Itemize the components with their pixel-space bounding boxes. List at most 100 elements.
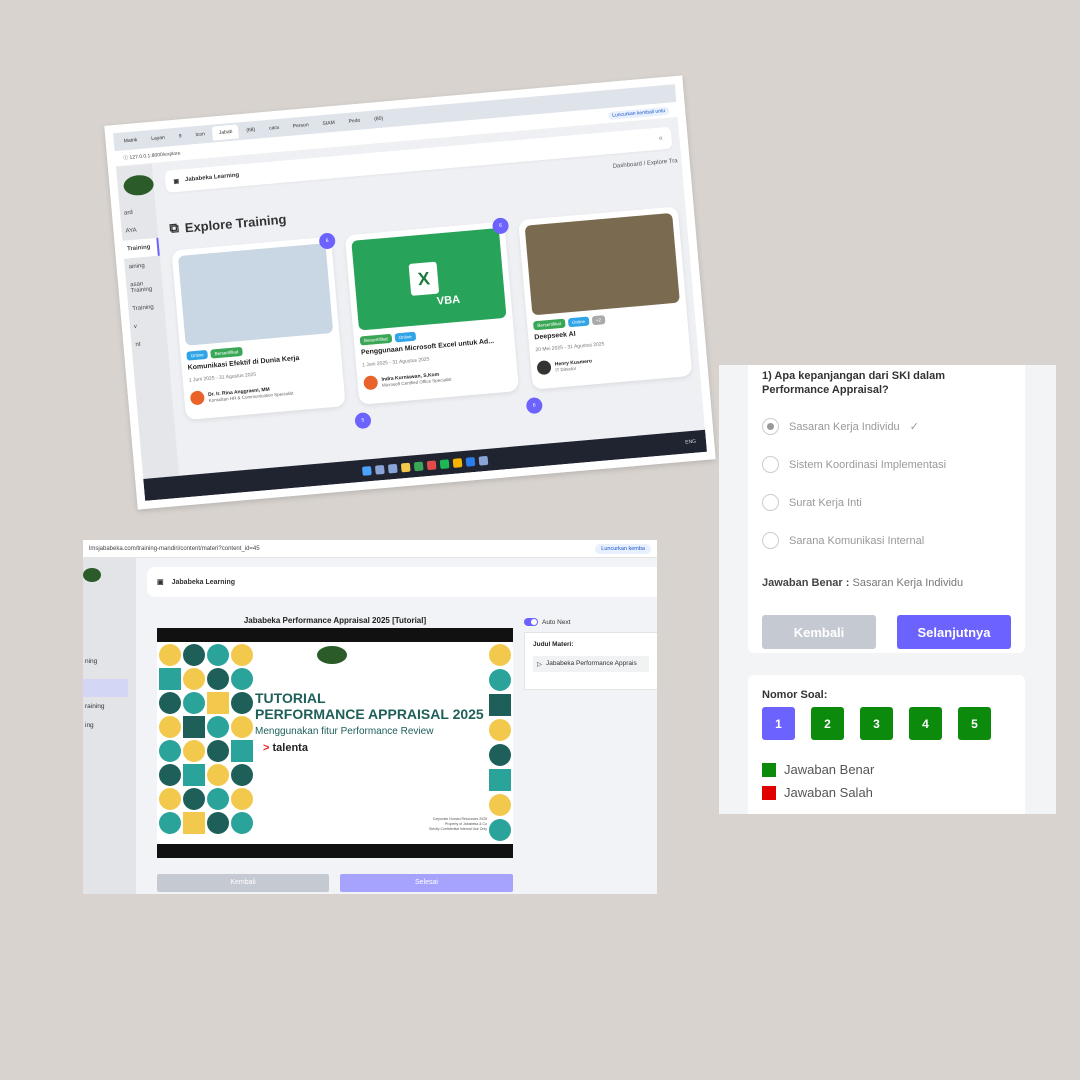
breadcrumb[interactable]: Dashboard / Explore Tra <box>613 158 678 170</box>
training-thumbnail <box>524 212 680 316</box>
correct-answer-label: Jawaban Benar : <box>762 577 850 589</box>
browser-tab-active[interactable]: Jabab <box>212 124 240 141</box>
browser-tab[interactable]: Pedo <box>342 113 367 129</box>
browser-tab[interactable]: Icon <box>189 127 212 143</box>
more-badges: +2 <box>591 315 606 326</box>
url-text: 127.0.0.1:8000/explore <box>129 149 181 161</box>
participant-count-badge: 6 <box>525 396 543 415</box>
certified-badge: Bersertifikat <box>359 333 393 346</box>
legend-wrong: Jawaban Salah <box>762 785 1011 800</box>
online-badge: Online <box>394 331 417 343</box>
geometric-pattern <box>157 642 255 844</box>
finish-button[interactable]: Selesai <box>340 874 513 892</box>
legend-swatch <box>762 785 776 800</box>
top-header: ▣ Jababeka Learning <box>147 567 657 597</box>
radio-selected[interactable] <box>762 418 779 435</box>
browser-tab[interactable]: (80) <box>368 111 390 127</box>
correct-answer: Jawaban Benar : Sasaran Kerja Individu <box>762 577 1011 589</box>
training-card[interactable]: Bersertifikat Online +2 Deepseek AI 20 M… <box>518 206 693 390</box>
brand-name: Jababeka Learning <box>184 172 240 184</box>
auto-next-toggle[interactable]: Auto Next <box>524 618 571 626</box>
training-card[interactable]: X VBA 6 Bersertifikat Online Penggunaan … <box>344 217 519 405</box>
material-label: Judul Materi: <box>533 641 574 648</box>
next-button[interactable]: Selanjutnya <box>897 615 1011 649</box>
vscode-icon[interactable] <box>465 456 476 467</box>
instructor-avatar <box>536 360 552 376</box>
option-label: Surat Kerja Inti <box>789 496 862 509</box>
question-number-button[interactable]: 2 <box>811 707 844 740</box>
sidebar-item[interactable]: raining <box>83 697 136 716</box>
auto-next-label: Auto Next <box>542 618 571 626</box>
radio[interactable] <box>762 532 779 549</box>
address-bar[interactable]: lmsjababeka.com/training-mandiri/content… <box>83 540 657 558</box>
slide-heading-line2: PERFORMANCE APPRAISAL 2025 <box>255 706 484 722</box>
browser-tab[interactable]: Person <box>286 118 315 134</box>
app-icon[interactable] <box>478 455 489 466</box>
spotify-icon[interactable] <box>439 458 450 469</box>
confidential-line: Strictly Confidential Internal Use Only <box>429 827 487 831</box>
sidebar-item[interactable]: asan Training <box>126 274 164 301</box>
jababeka-logo <box>83 568 101 582</box>
video-slide: TUTORIAL PERFORMANCE APPRAISAL 2025 Mengg… <box>157 642 513 844</box>
legend-label: Jawaban Salah <box>784 785 873 800</box>
relaunch-button[interactable]: Luncurkan kemba <box>595 543 651 554</box>
app-icon[interactable] <box>387 463 398 474</box>
browser-tab[interactable]: cara <box>263 120 286 136</box>
material-item[interactable]: ▷ Jababeka Performance Apprais <box>533 656 649 672</box>
start-icon[interactable] <box>361 465 372 476</box>
sidebar: ning raining ing <box>83 558 136 894</box>
back-button[interactable]: Kembali <box>157 874 329 892</box>
option-label: Sasaran Kerja Individu <box>789 420 900 433</box>
answer-option[interactable]: Sarana Komunikasi Internal <box>762 532 1011 549</box>
training-card[interactable]: 6 Online Bersertifikat Komunikasi Efekti… <box>171 232 346 420</box>
instructor-avatar <box>189 390 205 406</box>
certified-badge: Bersertifikat <box>210 346 243 359</box>
question-number-button[interactable]: 4 <box>909 707 942 740</box>
folder-icon[interactable] <box>400 462 411 472</box>
online-badge: Online <box>186 349 209 361</box>
jababeka-logo <box>122 173 155 197</box>
toggle-switch[interactable] <box>524 618 538 626</box>
quiz-screenshot: 1) Apa kepanjangan dari SKI dalam Perfor… <box>719 365 1056 814</box>
library-icon: ⧉ <box>168 219 180 236</box>
sidebar-item[interactable]: ing <box>83 716 136 735</box>
question-card: 1) Apa kepanjangan dari SKI dalam Perfor… <box>748 365 1025 653</box>
instructor-avatar <box>363 375 379 391</box>
course-video-screenshot: lmsjababeka.com/training-mandiri/content… <box>83 540 657 894</box>
vba-label: VBA <box>436 293 461 308</box>
browser-tab[interactable]: (68) <box>240 122 262 138</box>
explore-training-screenshot: Matrik Layan 9 Icon Jabab (68) cara Pers… <box>104 75 716 510</box>
answer-option[interactable]: Surat Kerja Inti <box>762 494 1011 511</box>
legend-label: Jawaban Benar <box>784 762 875 777</box>
video-player[interactable]: TUTORIAL PERFORMANCE APPRAISAL 2025 Mengg… <box>157 628 513 858</box>
browser-tab[interactable]: 9 <box>172 129 188 144</box>
radio[interactable] <box>762 494 779 511</box>
theme-toggle-icon[interactable]: ☼ <box>658 135 664 141</box>
sidebar-item-active[interactable] <box>83 679 128 697</box>
browser-tab[interactable]: Layan <box>145 130 172 146</box>
geometric-pattern-right <box>487 642 513 844</box>
sidebar-item[interactable]: nt <box>131 333 168 354</box>
relaunch-button[interactable]: Luncurkan kembali untu <box>607 106 670 120</box>
answer-option[interactable]: Sistem Koordinasi Implementasi <box>762 456 1011 473</box>
play-icon: ▷ <box>537 661 542 668</box>
back-button[interactable]: Kembali <box>762 615 876 649</box>
question-number-button[interactable]: 3 <box>860 707 893 740</box>
search-icon[interactable] <box>374 464 385 475</box>
question-number-button[interactable]: 1 <box>762 707 795 740</box>
language-indicator[interactable]: ENG <box>685 439 696 446</box>
answer-option[interactable]: Sasaran Kerja Individu ✓ <box>762 418 1011 435</box>
brand-name: Jababeka Learning <box>171 578 236 586</box>
question-number-label: Nomor Soal: <box>762 689 828 701</box>
radio[interactable] <box>762 456 779 473</box>
sidebar-item[interactable]: ning <box>83 652 136 671</box>
page-title-text: Explore Training <box>184 211 287 235</box>
chrome-icon[interactable] <box>452 457 463 468</box>
slide-heading-line1: TUTORIAL <box>255 690 326 706</box>
app-icon[interactable] <box>413 461 424 471</box>
question-number-button[interactable]: 5 <box>958 707 991 740</box>
training-thumbnail: X VBA <box>351 228 507 331</box>
app-icon[interactable] <box>426 459 437 470</box>
browser-tab[interactable]: Matrik <box>117 133 144 149</box>
browser-tab[interactable]: SIAM <box>316 115 341 131</box>
